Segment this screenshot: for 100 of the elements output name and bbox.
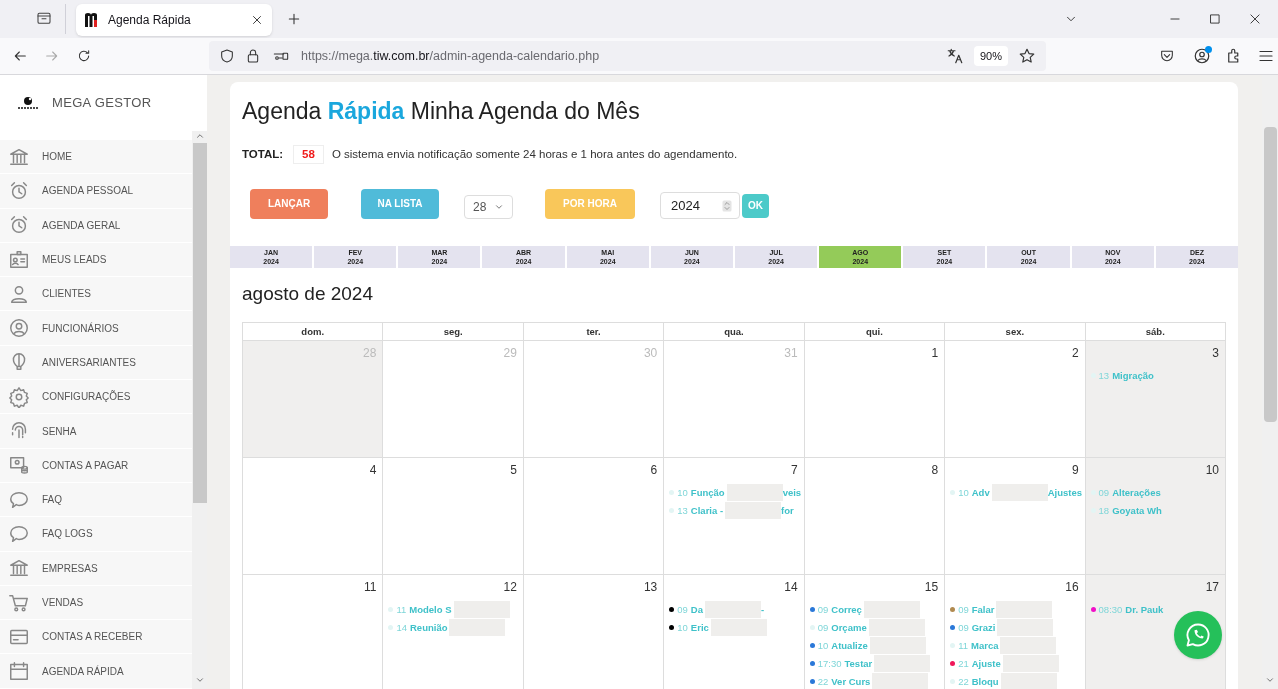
day-cell[interactable]: 4 (243, 458, 384, 576)
day-select[interactable]: 28 (464, 194, 513, 219)
sidebar-item[interactable]: AGENDA PESSOAL (0, 174, 192, 209)
chat-phone-icon (1184, 621, 1212, 649)
sidebar-item[interactable]: FUNCIONÁRIOS (0, 311, 192, 346)
scroll-up-icon[interactable] (194, 131, 205, 141)
day-number: 30 (643, 345, 659, 363)
brand-name: MEGA GESTOR (52, 94, 152, 113)
day-cell[interactable]: 2 (945, 341, 1086, 459)
day-number: 9 (1071, 462, 1080, 480)
calendar-title: agosto de 2024 (241, 281, 374, 306)
day-number: 1 (931, 345, 940, 363)
account-icon[interactable] (1193, 47, 1211, 65)
shield-icon[interactable] (219, 48, 235, 64)
reload-icon[interactable] (76, 48, 92, 64)
event-time: 09 (1098, 485, 1110, 500)
day-number: 31 (784, 345, 799, 363)
spinner-icon (721, 198, 733, 213)
alarm-clock-icon (8, 179, 30, 202)
scroll-down-icon[interactable] (194, 675, 205, 685)
event-time: 08:30 (1098, 602, 1123, 617)
address-bar[interactable]: https://mega.tiw.com.br/admin-agenda-calendario.php 90% (209, 41, 1046, 71)
brand-logo-icon (16, 96, 40, 110)
event-time: 10 (817, 638, 829, 653)
day-number: 7 (791, 462, 799, 480)
day-number: 14 (784, 579, 799, 597)
sidebar-item[interactable]: EMPRESAS (0, 551, 192, 586)
day-cell[interactable]: 6 (523, 458, 665, 576)
event-time: 22 (958, 674, 969, 689)
settings-icon (8, 385, 30, 408)
scrollbar-thumb[interactable] (192, 143, 207, 503)
id-card-icon (8, 248, 30, 271)
browser-tab[interactable]: Agenda Rápida (76, 4, 272, 36)
event-time: 09 (677, 602, 688, 617)
event-time: 09 (817, 602, 829, 617)
sidebar-item[interactable]: FAQ (0, 482, 192, 518)
sidebar-item[interactable]: CLIENTES (0, 277, 192, 312)
new-tab-icon[interactable] (286, 11, 302, 27)
sidebar-item[interactable]: CONTAS A PAGAR (0, 448, 192, 483)
url-text: https://mega.tiw.com.br/admin-agenda-calendario.php (301, 47, 600, 65)
day-number: 2 (1071, 345, 1080, 363)
sidebar-item[interactable]: AGENDA GERAL (0, 208, 192, 243)
day-number: 17 (1205, 579, 1220, 597)
sidebar-item[interactable]: HOME (0, 140, 192, 175)
page-title: Agenda Rápida Minha Agenda do Mês (241, 97, 641, 126)
day-number: 10 (1205, 462, 1220, 480)
day-number: 6 (650, 462, 659, 480)
pocket-icon[interactable] (1159, 48, 1175, 64)
tab-list-icon[interactable] (36, 10, 52, 26)
user-circle-icon (8, 317, 30, 340)
scrollbar-thumb[interactable] (1263, 127, 1277, 422)
event-time: 09 (958, 602, 969, 617)
sidebar-item[interactable]: CONTAS A RECEBER (0, 620, 192, 655)
event-time: 10 (677, 620, 688, 635)
day-number: 12 (503, 579, 518, 597)
total-label: TOTAL: (242, 146, 284, 162)
year-field[interactable]: 2024 (660, 192, 740, 220)
event-time: 09 (817, 620, 829, 635)
translate-icon[interactable] (945, 47, 964, 65)
event-time: 10 (677, 485, 688, 500)
back-icon[interactable] (12, 48, 28, 64)
sidebar-item[interactable]: CONFIGURAÇÕES (0, 380, 192, 415)
zoom-level[interactable]: 90% (973, 45, 1008, 67)
close-icon[interactable] (1248, 12, 1262, 26)
site-logo-icon (84, 12, 100, 28)
event-time: 17:30 (817, 656, 842, 671)
event-time: 13 (1098, 368, 1110, 383)
tab-title: Agenda Rápida (108, 12, 192, 29)
day-cell[interactable]: 1 (804, 341, 946, 459)
bill-coins-icon (8, 454, 30, 477)
close-icon[interactable] (250, 13, 264, 27)
sidebar-item[interactable]: MEUS LEADS (0, 242, 192, 278)
day-number: 16 (1065, 579, 1080, 597)
maximize-icon[interactable] (1208, 12, 1222, 26)
day-number: 4 (369, 462, 378, 480)
sidebar-item[interactable]: VENDAS (0, 585, 192, 621)
event-time: 11 (396, 602, 407, 617)
event-time: 18 (1098, 503, 1110, 518)
day-cell[interactable]: 8 (804, 458, 946, 576)
day-number: 3 (1212, 345, 1220, 363)
event-time: 22 (817, 674, 829, 689)
event-time: 10 (958, 485, 969, 500)
event-time: 14 (396, 620, 407, 635)
day-cell[interactable]: 5 (383, 458, 524, 576)
scroll-down-icon[interactable] (1265, 675, 1275, 685)
event-time: 13 (677, 503, 688, 518)
bookmark-star-icon[interactable] (1018, 47, 1036, 65)
sidebar-item[interactable]: FAQ LOGS (0, 517, 192, 552)
day-number: 29 (503, 345, 518, 363)
sidebar-item[interactable]: AGENDA RÁPIDA (0, 654, 192, 689)
day-cell[interactable]: 3 13 Migração (1085, 341, 1226, 459)
sidebar-item[interactable]: ANIVERSARIANTES (0, 345, 192, 381)
day-number: 5 (510, 462, 518, 480)
sidebar-item[interactable]: SENHA (0, 414, 192, 449)
event-time: 11 (958, 638, 968, 653)
calendar-icon (8, 660, 30, 683)
lock-icon[interactable] (245, 48, 261, 64)
day-number: 11 (363, 579, 378, 597)
event-time: 09 (958, 620, 969, 635)
day-number: 15 (924, 579, 940, 597)
